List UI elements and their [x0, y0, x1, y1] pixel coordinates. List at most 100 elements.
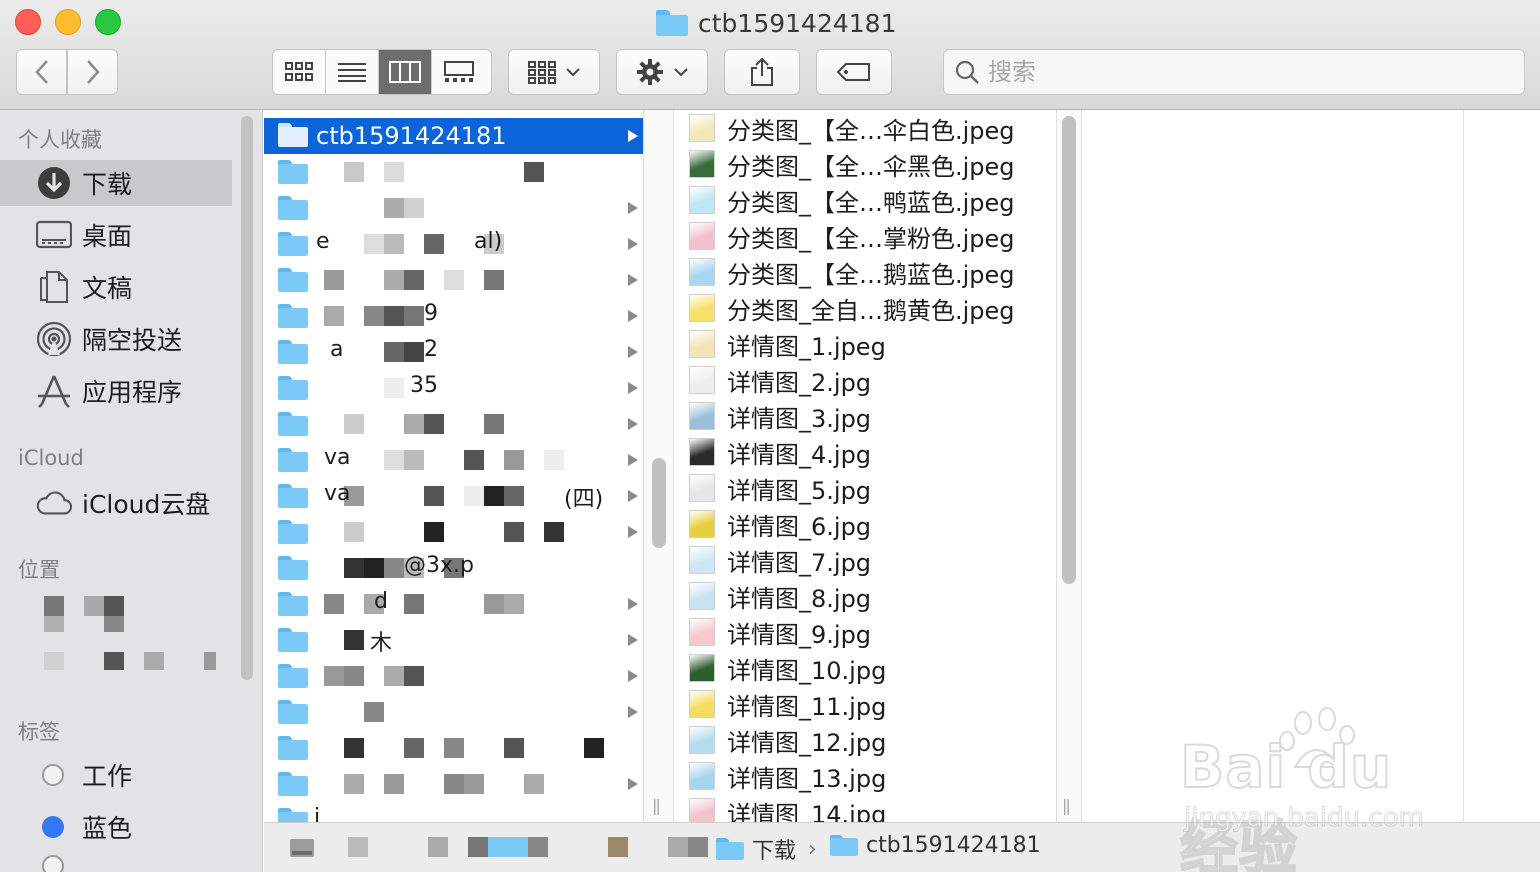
sidebar-item-applications[interactable]: 应用程序 — [0, 368, 232, 414]
folder-name-fragment: (四) — [564, 487, 604, 512]
file-row[interactable]: 分类图_【全…鸭蓝色.jpeg — [675, 182, 1055, 218]
folder-row-redacted[interactable] — [264, 730, 643, 766]
file-name: 详情图_13.jpg — [727, 764, 887, 793]
window-title-text: ctb1591424181 — [698, 8, 897, 38]
sidebar-item-desktop[interactable]: 桌面 — [0, 212, 232, 258]
redaction-block — [324, 594, 344, 614]
view-icon-mode[interactable] — [273, 50, 326, 94]
sidebar-tag-partial[interactable] — [0, 855, 232, 872]
sidebar-location-redacted[interactable] — [44, 596, 224, 632]
search-field[interactable] — [943, 49, 1525, 95]
sidebar-tag-blue[interactable]: 蓝色 — [0, 804, 232, 850]
column-2-scrollbar[interactable] — [1062, 116, 1076, 584]
file-row[interactable]: 分类图_全自…鹅黄色.jpeg — [675, 290, 1055, 326]
image-thumbnail-icon — [689, 618, 715, 646]
sidebar-item-downloads[interactable]: 下载 — [0, 160, 232, 206]
folder-row-redacted[interactable] — [264, 190, 643, 226]
file-row[interactable]: 详情图_6.jpg — [675, 506, 1055, 542]
forward-button[interactable] — [67, 49, 118, 95]
group-by-button[interactable] — [508, 49, 600, 95]
action-menu-button[interactable] — [616, 49, 708, 95]
redaction-block — [404, 414, 424, 434]
redaction-block — [384, 270, 404, 290]
file-row[interactable]: 详情图_8.jpg — [675, 578, 1055, 614]
close-window-button[interactable] — [15, 9, 41, 35]
edit-tags-button[interactable] — [816, 49, 892, 95]
folder-row-redacted[interactable]: e al) — [264, 226, 643, 262]
folder-row-redacted[interactable] — [264, 154, 643, 190]
sidebar-item-airdrop[interactable]: 隔空投送 — [0, 316, 232, 362]
path-segment-downloads[interactable]: 下载 › — [716, 833, 817, 865]
sidebar-item-documents[interactable]: 文稿 — [0, 264, 232, 310]
file-row[interactable]: 详情图_10.jpg — [675, 650, 1055, 686]
file-row[interactable]: 分类图_【全…伞黑色.jpeg — [675, 146, 1055, 182]
redaction-block — [444, 270, 464, 290]
zoom-window-button[interactable] — [95, 9, 121, 35]
file-row[interactable]: 分类图_【全…伞白色.jpeg — [675, 110, 1055, 146]
back-button[interactable] — [16, 49, 67, 95]
sidebar-tag-work[interactable]: 工作 — [0, 752, 232, 798]
folder-row-redacted[interactable] — [264, 658, 643, 694]
path-redacted-volume[interactable] — [288, 833, 708, 863]
file-row[interactable]: 详情图_11.jpg — [675, 686, 1055, 722]
file-row[interactable]: 详情图_14.jpg — [675, 794, 1055, 822]
folder-row-redacted[interactable]: @3x.p — [264, 550, 643, 586]
folder-icon — [830, 834, 858, 857]
redaction-block — [384, 666, 404, 686]
view-list-mode[interactable] — [326, 50, 379, 94]
folder-row-redacted[interactable]: 木 — [264, 622, 643, 658]
folder-icon — [278, 664, 308, 688]
file-row[interactable]: 详情图_9.jpg — [675, 614, 1055, 650]
file-row[interactable]: 分类图_【全…鹅蓝色.jpeg — [675, 254, 1055, 290]
folder-row-redacted[interactable]: va (四) — [264, 478, 643, 514]
folder-row-redacted[interactable] — [264, 406, 643, 442]
file-row[interactable]: 详情图_4.jpg — [675, 434, 1055, 470]
folder-row-redacted[interactable]: d — [264, 586, 643, 622]
image-thumbnail-icon — [689, 222, 715, 250]
minimize-window-button[interactable] — [55, 9, 81, 35]
baidu-jingyan-watermark: Bai du 经验 jingyan.baidu.com — [1179, 705, 1470, 872]
redaction-block — [344, 630, 364, 650]
column-resize-handle[interactable]: || — [1062, 796, 1071, 815]
folder-row-redacted[interactable] — [264, 766, 643, 802]
view-gallery-mode[interactable] — [432, 50, 485, 94]
image-thumbnail-icon — [689, 510, 715, 538]
tag-color-dot — [42, 855, 64, 872]
redaction-block — [484, 486, 504, 506]
file-row[interactable]: 详情图_1.jpeg — [675, 326, 1055, 362]
file-row[interactable]: 详情图_13.jpg — [675, 758, 1055, 794]
folder-row-redacted[interactable]: i — [264, 802, 643, 822]
folder-row-redacted[interactable] — [264, 514, 643, 550]
folder-row-redacted[interactable]: a2 — [264, 334, 643, 370]
redaction-block — [504, 522, 524, 542]
folder-row-redacted[interactable]: va — [264, 442, 643, 478]
file-row[interactable]: 详情图_2.jpg — [675, 362, 1055, 398]
file-row[interactable]: 详情图_12.jpg — [675, 722, 1055, 758]
view-column-mode[interactable] — [379, 50, 432, 94]
folder-icon — [278, 160, 308, 184]
folder-row-selected[interactable]: ctb1591424181 — [264, 118, 643, 154]
redaction-block — [404, 450, 424, 470]
folder-row-redacted[interactable] — [264, 694, 643, 730]
file-row[interactable]: 详情图_3.jpg — [675, 398, 1055, 434]
sidebar-item-icloud-drive[interactable]: iCloud云盘 — [0, 480, 232, 526]
sidebar-location-redacted[interactable] — [44, 652, 224, 676]
disclosure-arrow-icon — [628, 670, 638, 682]
chevron-down-icon — [674, 68, 688, 77]
folder-row-redacted[interactable] — [264, 262, 643, 298]
path-segment-current-folder[interactable]: ctb1591424181 — [830, 833, 1041, 858]
share-button[interactable] — [724, 49, 800, 95]
column-1-scrollbar[interactable] — [652, 458, 666, 548]
search-input[interactable] — [988, 58, 1488, 86]
folder-icon — [656, 10, 688, 36]
file-row[interactable]: 详情图_5.jpg — [675, 470, 1055, 506]
folder-row-redacted[interactable]: 35 — [264, 370, 643, 406]
sidebar-scrollbar[interactable] — [241, 116, 253, 680]
folder-name-fragment: e — [316, 229, 330, 254]
file-row[interactable]: 详情图_7.jpg — [675, 542, 1055, 578]
file-row[interactable]: 分类图_【全…掌粉色.jpeg — [675, 218, 1055, 254]
view-mode-control[interactable] — [272, 49, 492, 95]
folder-row-redacted[interactable]: 9 — [264, 298, 643, 334]
path-segment-label: 下载 — [752, 839, 797, 864]
column-resize-handle[interactable]: || — [652, 796, 661, 815]
